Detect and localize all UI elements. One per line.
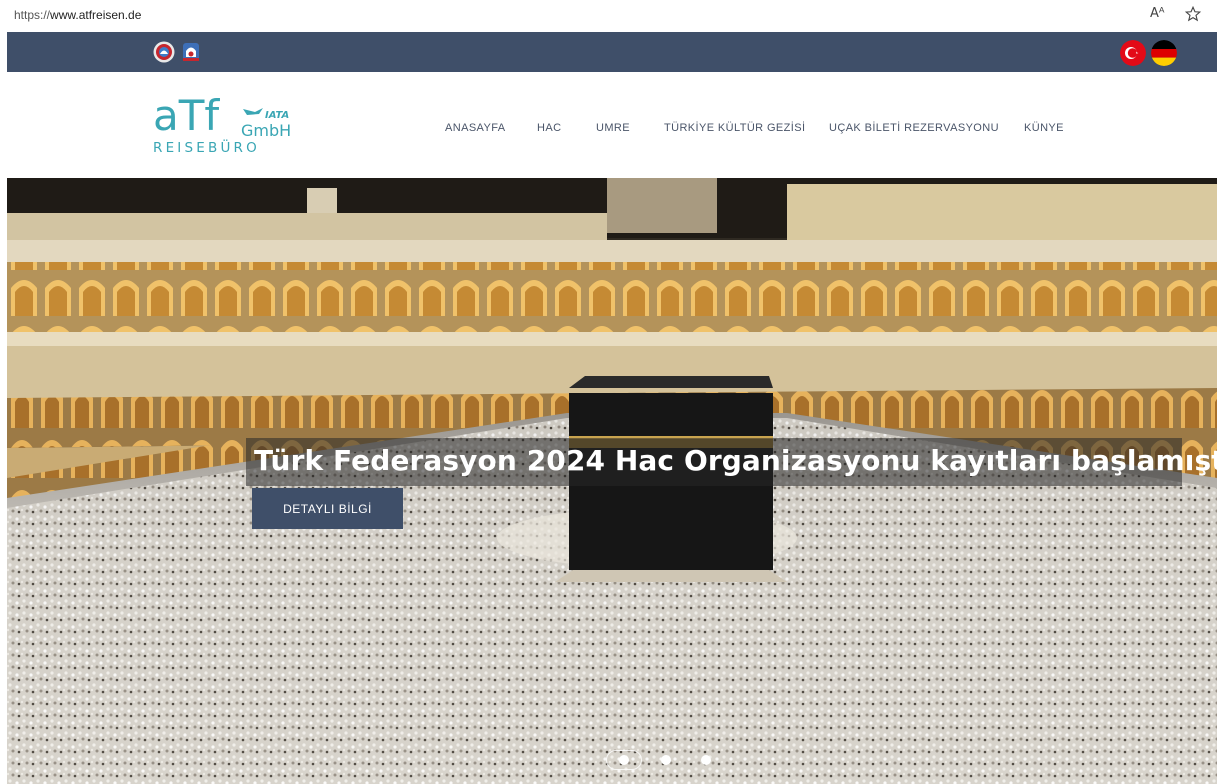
slider-dots	[606, 750, 726, 770]
top-strip	[7, 32, 1217, 72]
url-host: www.atfreisen.de	[50, 8, 142, 22]
svg-text:aTf: aTf	[153, 94, 220, 140]
hero-caption: Türk Federasyon 2024 Hac Organizasyonu k…	[254, 444, 1217, 477]
slide-dot-1[interactable]	[619, 755, 629, 765]
svg-text:IATA: IATA	[265, 110, 289, 121]
url-text[interactable]: https://www.atfreisen.de	[14, 8, 141, 22]
plane-icon	[243, 108, 263, 115]
germany-flag-icon[interactable]	[1151, 40, 1177, 66]
read-aloud-icon[interactable]: Aᴬ	[1150, 6, 1165, 21]
emblem-icon[interactable]	[153, 41, 175, 63]
browser-address-bar[interactable]: https://www.atfreisen.de Aᴬ	[0, 0, 1217, 32]
detayli-bilgi-button[interactable]: DETAYLI BİLGİ	[252, 488, 403, 529]
nav-hac[interactable]: HAC	[537, 122, 561, 134]
mosque-emblem-icon[interactable]	[181, 41, 201, 63]
nav-turkiye-kultur-gezisi[interactable]: TÜRKİYE KÜLTÜR GEZİSİ	[664, 122, 805, 134]
svg-text:REISEBÜRO: REISEBÜRO	[153, 138, 260, 154]
nav-umre[interactable]: UMRE	[596, 122, 630, 134]
nav-anasayfa[interactable]: ANASAYFA	[445, 122, 505, 134]
slide-dot-3[interactable]	[701, 755, 711, 765]
nav-kunye[interactable]: KÜNYE	[1024, 122, 1064, 134]
nav-ucak-bileti-rezervasyonu[interactable]: UÇAK BİLETİ REZERVASYONU	[829, 122, 999, 134]
atf-logo[interactable]: aTf GmbH IATA REISEBÜRO	[153, 94, 313, 154]
favorite-star-icon[interactable]	[1184, 5, 1202, 23]
slide-dot-2[interactable]	[661, 755, 671, 765]
turkey-flag-icon[interactable]	[1120, 40, 1146, 66]
svg-text:GmbH: GmbH	[241, 121, 291, 140]
url-protocol: https://	[14, 8, 51, 22]
site-header: aTf GmbH IATA REISEBÜRO ANASAYFA HAC UMR…	[7, 72, 1217, 178]
